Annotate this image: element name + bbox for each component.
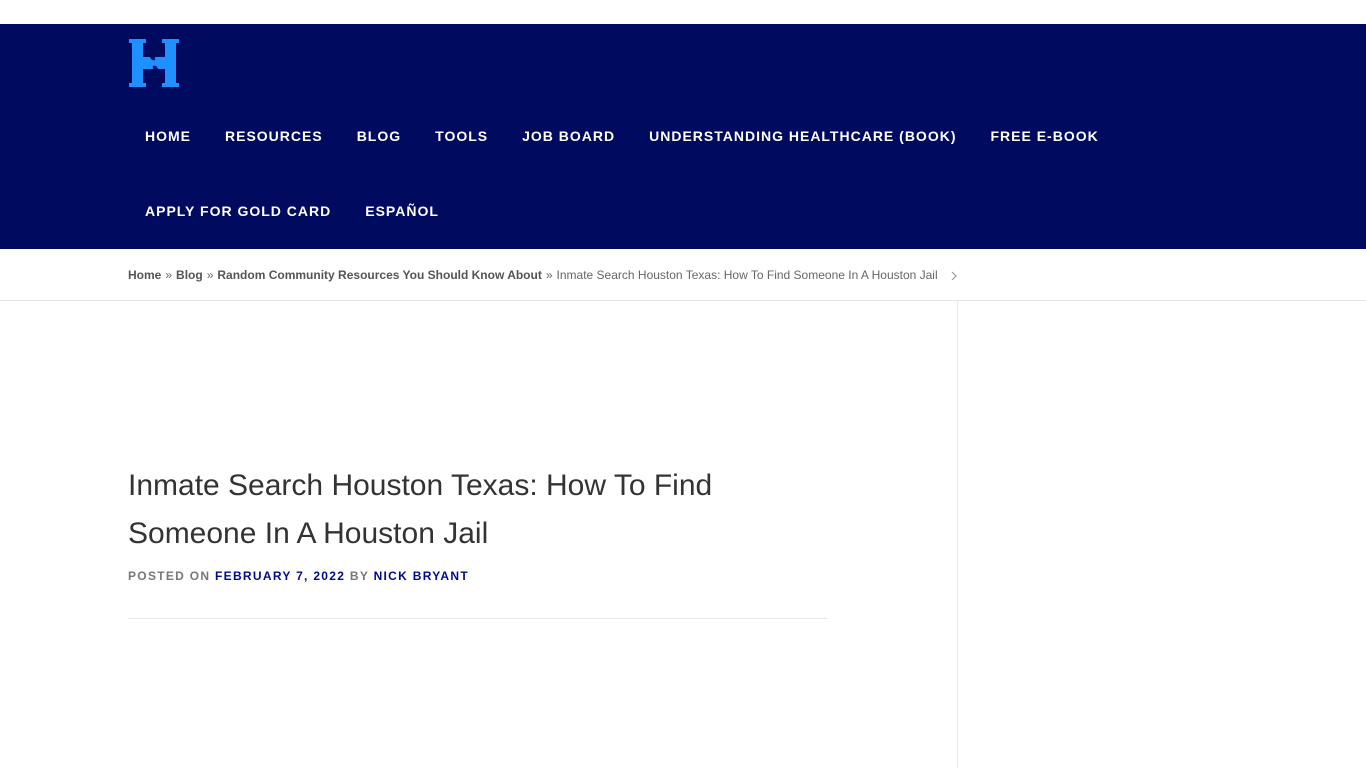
post-date-link[interactable]: FEBRUARY 7, 2022 xyxy=(215,569,345,583)
nav-item-home[interactable]: HOME xyxy=(128,124,208,148)
post-title: Inmate Search Houston Texas: How To Find… xyxy=(128,469,713,550)
nav-item-tools[interactable]: TOOLS xyxy=(418,124,505,148)
nav-item-understanding-healthcare[interactable]: UNDERSTANDING HEALTHCARE (BOOK) xyxy=(632,124,973,148)
breadcrumb: Home » Blog » Random Community Resources… xyxy=(128,268,938,282)
breadcrumb-separator: » xyxy=(206,268,214,282)
primary-nav-row-2: APPLY FOR GOLD CARD ESPAÑOL xyxy=(128,199,456,223)
primary-nav-row-1: HOME RESOURCES BLOG TOOLS JOB BOARD UNDE… xyxy=(128,124,1116,148)
breadcrumb-separator: » xyxy=(545,268,553,282)
breadcrumb-blog[interactable]: Blog xyxy=(176,268,203,282)
site-header: HOME RESOURCES BLOG TOOLS JOB BOARD UNDE… xyxy=(0,24,1366,249)
nav-item-free-ebook[interactable]: FREE E-BOOK xyxy=(973,124,1115,148)
post-meta: POSTED ON FEBRUARY 7, 2022 BY NICK BRYAN… xyxy=(128,569,469,583)
nav-item-job-board[interactable]: JOB BOARD xyxy=(505,124,632,148)
top-strip xyxy=(0,0,1366,24)
breadcrumb-separator: » xyxy=(165,268,173,282)
breadcrumb-current: Inmate Search Houston Texas: How To Find… xyxy=(556,268,938,282)
nav-item-espanol[interactable]: ESPAÑOL xyxy=(348,199,456,223)
chevron-right-icon[interactable] xyxy=(948,269,960,283)
post-divider xyxy=(128,618,828,619)
breadcrumb-category[interactable]: Random Community Resources You Should Kn… xyxy=(217,268,541,282)
hands-h-logo-icon[interactable] xyxy=(129,39,179,87)
by-label: BY xyxy=(349,569,369,583)
posted-on-label: POSTED ON xyxy=(128,569,211,583)
author-link[interactable]: NICK BRYANT xyxy=(374,569,469,583)
sidebar-divider xyxy=(957,301,958,768)
breadcrumb-bar: Home » Blog » Random Community Resources… xyxy=(0,249,1366,301)
breadcrumb-home[interactable]: Home xyxy=(128,268,161,282)
nav-item-apply-gold-card[interactable]: APPLY FOR GOLD CARD xyxy=(128,199,348,223)
nav-item-blog[interactable]: BLOG xyxy=(340,124,418,148)
nav-item-resources[interactable]: RESOURCES xyxy=(208,124,340,148)
